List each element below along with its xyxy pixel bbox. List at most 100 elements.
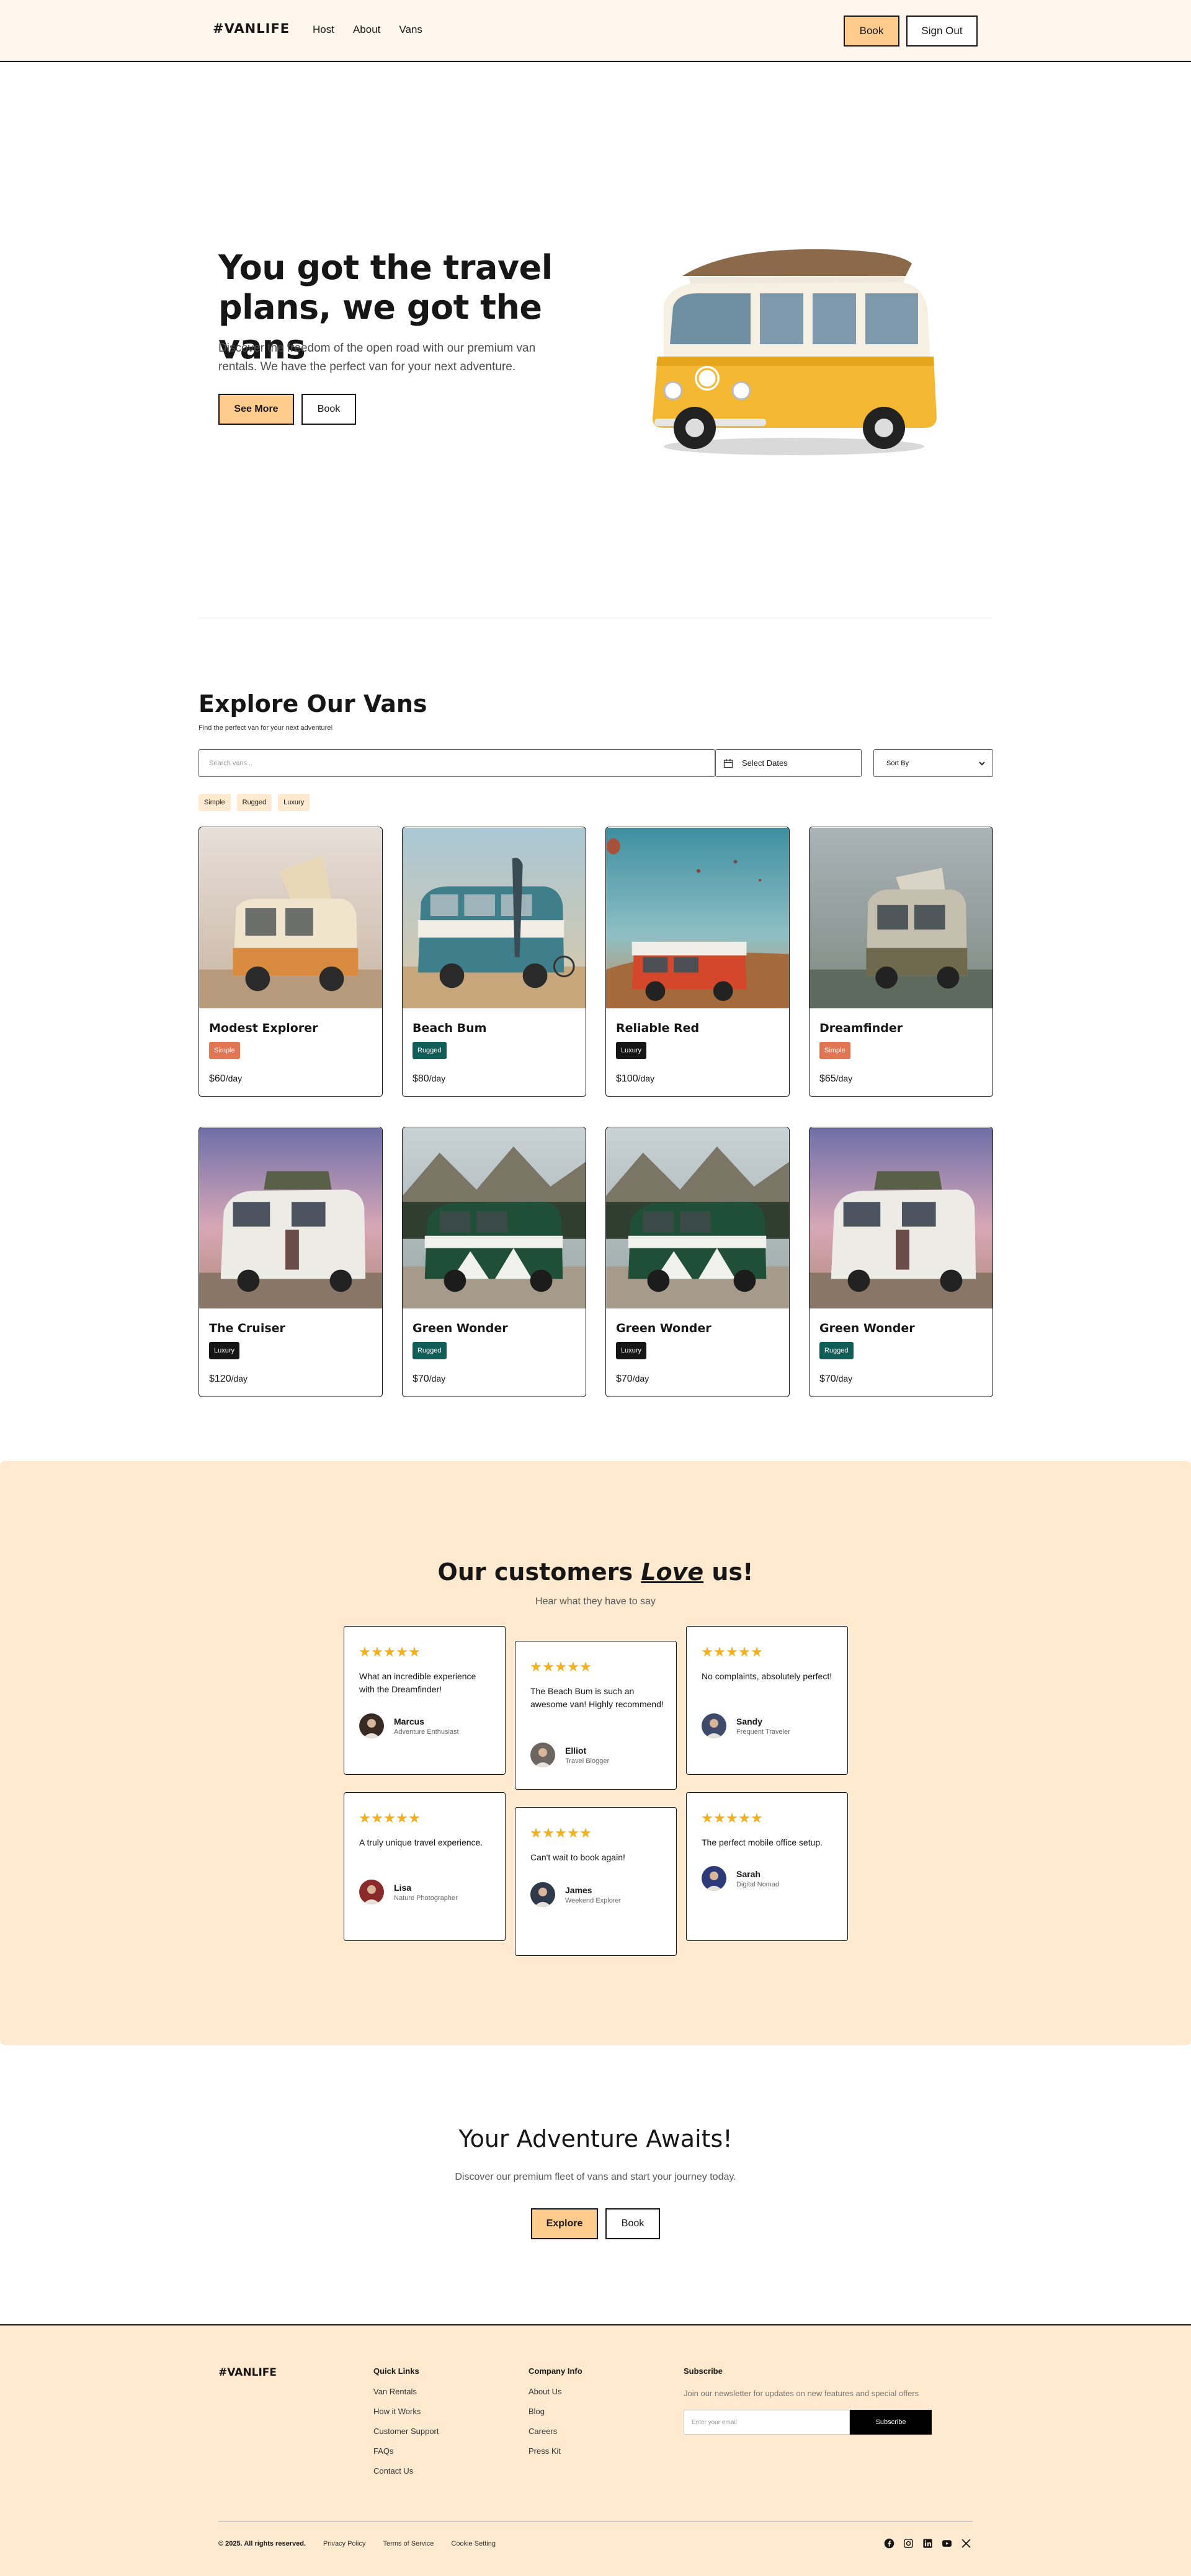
email-input[interactable]: Enter your email — [684, 2410, 850, 2435]
van-card[interactable]: Reliable Red Luxury $100/day — [605, 827, 790, 1097]
van-card[interactable]: Dreamfinder Simple $65/day — [809, 827, 993, 1097]
instagram-icon[interactable] — [903, 2538, 914, 2549]
testimonial-author: Elliot Travel Blogger — [530, 1743, 609, 1767]
cta-subtitle: Discover our premium fleet of vans and s… — [455, 2172, 736, 2182]
van-price-amount: $70 — [616, 1374, 633, 1384]
hero-book-button[interactable]: Book — [301, 394, 356, 425]
star-rating — [359, 1813, 420, 1824]
testimonial-author: James Weekend Explorer — [530, 1882, 621, 1907]
subscribe-button[interactable]: Subscribe — [850, 2410, 932, 2435]
star-icon — [580, 1661, 591, 1672]
star-icon — [726, 1646, 738, 1657]
van-name: Green Wonder — [819, 1321, 915, 1335]
van-price-amount: $65 — [819, 1073, 836, 1084]
star-icon — [530, 1661, 542, 1672]
footer-logo[interactable]: #VANLIFE — [218, 2366, 277, 2379]
star-icon — [714, 1646, 725, 1657]
facebook-icon[interactable] — [884, 2538, 894, 2549]
site-logo[interactable]: #VANLIFE — [213, 21, 290, 36]
van-price-amount: $80 — [413, 1073, 429, 1084]
youtube-icon[interactable] — [942, 2538, 952, 2549]
van-price-unit: /day — [632, 1374, 649, 1383]
van-card[interactable]: The Cruiser Luxury $120/day — [198, 1127, 383, 1397]
star-icon — [396, 1646, 408, 1657]
van-price: $70/day — [413, 1374, 445, 1385]
sign-out-button[interactable]: Sign Out — [906, 16, 978, 47]
testimonial-card: The Beach Bum is such an awesome van! Hi… — [515, 1641, 677, 1790]
filter-rugged[interactable]: Rugged — [236, 794, 272, 811]
nav-book-button[interactable]: Book — [844, 16, 899, 47]
subscribe-description: Join our newsletter for updates on new f… — [684, 2389, 919, 2398]
testimonial-author: Sarah Digital Nomad — [702, 1866, 779, 1891]
van-type-badge: Luxury — [209, 1342, 240, 1359]
testimonial-name: James — [565, 1885, 592, 1895]
testimonial-quote: A truly unique travel experience. — [359, 1837, 483, 1847]
van-name: Dreamfinder — [819, 1021, 903, 1035]
search-input[interactable]: Search vans... — [198, 749, 715, 777]
footer-link[interactable]: Customer Support — [373, 2427, 439, 2446]
footer-link[interactable]: Careers — [529, 2427, 582, 2446]
star-rating — [530, 1661, 591, 1672]
cookie-setting-link[interactable]: Cookie Setting — [451, 2540, 496, 2547]
explore-title: Explore Our Vans — [198, 690, 427, 717]
testimonials-title-suffix: us! — [711, 1558, 754, 1586]
nav-links: Host About Vans — [313, 24, 422, 36]
footer-link[interactable]: Press Kit — [529, 2446, 582, 2466]
star-icon — [409, 1813, 420, 1823]
star-icon — [568, 1828, 579, 1838]
explore-button[interactable]: Explore — [531, 2208, 598, 2239]
van-photo — [403, 1127, 586, 1309]
nav-link-host[interactable]: Host — [313, 24, 334, 36]
van-type-badge: Rugged — [819, 1342, 854, 1359]
testimonials-title-emphasis: Love — [641, 1558, 704, 1586]
van-name: Reliable Red — [616, 1021, 700, 1035]
footer-link[interactable]: Blog — [529, 2407, 582, 2427]
van-card[interactable]: Green Wonder Rugged $70/day — [402, 1127, 586, 1397]
star-rating — [359, 1646, 420, 1658]
star-icon — [372, 1813, 383, 1823]
testimonial-role: Frequent Traveler — [736, 1728, 790, 1736]
van-price: $80/day — [413, 1073, 445, 1085]
van-photo — [199, 827, 382, 1009]
testimonial-name: Sarah — [736, 1868, 761, 1879]
van-photo — [606, 1127, 789, 1309]
van-price: $70/day — [819, 1374, 852, 1385]
van-card[interactable]: Green Wonder Luxury $70/day — [605, 1127, 790, 1397]
van-card[interactable]: Green Wonder Rugged $70/day — [809, 1127, 993, 1397]
nav-link-vans[interactable]: Vans — [399, 24, 422, 36]
sort-select[interactable]: Sort By — [873, 749, 993, 777]
filter-luxury[interactable]: Luxury — [278, 794, 310, 811]
star-icon — [702, 1646, 713, 1657]
van-price-unit: /day — [429, 1073, 446, 1083]
footer-link[interactable]: How it Works — [373, 2407, 439, 2427]
nav-link-about[interactable]: About — [353, 24, 380, 36]
star-icon — [543, 1661, 554, 1672]
testimonial-card: A truly unique travel experience. Lisa Nat… — [344, 1792, 506, 1941]
avatar — [702, 1866, 726, 1891]
van-card[interactable]: Beach Bum Rugged $80/day — [402, 827, 586, 1097]
see-more-button[interactable]: See More — [218, 394, 294, 425]
footer-link[interactable]: Van Rentals — [373, 2387, 439, 2407]
van-type-badge: Luxury — [616, 1042, 647, 1059]
cta-title: Your Adventure Awaits! — [458, 2125, 733, 2152]
testimonial-name: Marcus — [394, 1716, 425, 1726]
footer-link[interactable]: Contact Us — [373, 2466, 439, 2486]
linkedin-icon[interactable] — [922, 2538, 933, 2549]
star-icon — [530, 1828, 542, 1838]
filter-simple[interactable]: Simple — [198, 794, 231, 811]
star-icon — [555, 1828, 566, 1838]
van-price-unit: /day — [225, 1073, 243, 1083]
footer-link[interactable]: FAQs — [373, 2446, 439, 2466]
hero-subtitle: Discover the freedom of the open road wi… — [218, 342, 536, 373]
star-icon — [555, 1661, 566, 1672]
terms-link[interactable]: Terms of Service — [383, 2540, 434, 2547]
x-icon[interactable] — [961, 2538, 971, 2549]
star-icon — [359, 1813, 370, 1823]
footer-link[interactable]: About Us — [529, 2387, 582, 2407]
cta-book-button[interactable]: Book — [605, 2208, 660, 2239]
van-card[interactable]: Modest Explorer Simple $60/day — [198, 827, 383, 1097]
date-picker[interactable]: Select Dates — [715, 749, 862, 777]
van-name: Green Wonder — [413, 1321, 508, 1335]
privacy-policy-link[interactable]: Privacy Policy — [323, 2540, 365, 2547]
testimonial-role: Digital Nomad — [736, 1880, 780, 1888]
